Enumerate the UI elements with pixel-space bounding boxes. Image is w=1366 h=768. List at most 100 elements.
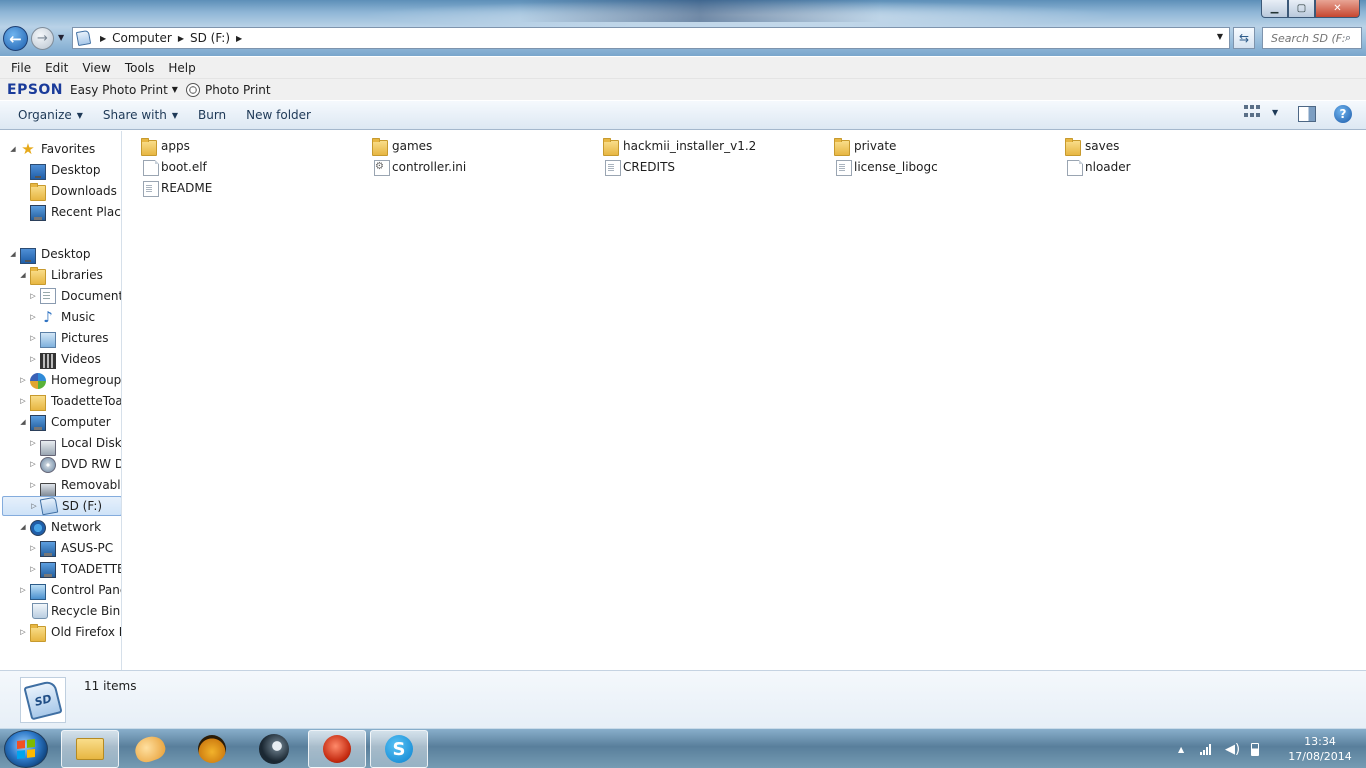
taskbar-steam[interactable] (245, 730, 303, 768)
expanded-arrow-icon[interactable]: ◢ (18, 418, 28, 426)
search-input[interactable] (1263, 31, 1345, 45)
chevron-right-icon[interactable]: ▶ (236, 34, 242, 43)
breadcrumb-sd[interactable]: SD (F:) (190, 31, 230, 45)
taskbar-music-app[interactable] (183, 730, 241, 768)
collapsed-arrow-icon[interactable]: ▷ (29, 502, 39, 510)
start-button[interactable] (4, 730, 48, 768)
search-icon[interactable]: ⌕ (1345, 31, 1351, 45)
collapsed-arrow-icon[interactable]: ▷ (28, 460, 38, 468)
tree-asus-pc[interactable]: ▷ ASUS-PC (28, 538, 113, 558)
easy-photo-print-button[interactable]: Easy Photo Print (70, 83, 168, 97)
tree-pictures[interactable]: ▷ Pictures (28, 328, 109, 348)
photo-print-button[interactable]: Photo Print (205, 83, 271, 97)
tree-fav-desktop[interactable]: Desktop (30, 160, 101, 180)
new-folder-button[interactable]: New folder (236, 108, 321, 122)
volume-tray-icon[interactable]: ◀) (1225, 729, 1240, 768)
file-item-boot-elf[interactable]: boot.elf (141, 157, 207, 177)
taskbar-skype[interactable]: S (370, 730, 428, 768)
search-box[interactable]: ⌕ (1262, 27, 1362, 49)
forward-button[interactable]: → (31, 27, 54, 50)
show-hidden-icons-button[interactable]: ▲ (1178, 729, 1184, 768)
menu-edit[interactable]: Edit (38, 61, 75, 75)
tree-old-firefox[interactable]: ▷ Old Firefox Data (18, 622, 121, 642)
collapsed-arrow-icon[interactable]: ▷ (28, 334, 38, 342)
tree-desktop[interactable]: ◢ Desktop (8, 244, 91, 264)
tree-music[interactable]: ▷ ♪ Music (28, 307, 95, 327)
tree-toadette[interactable]: ▷ TOADETTE (28, 559, 121, 579)
tree-control-panel[interactable]: ▷ Control Panel (18, 580, 121, 600)
collapsed-arrow-icon[interactable]: ▷ (18, 628, 28, 636)
menu-help[interactable]: Help (161, 61, 202, 75)
collapsed-arrow-icon[interactable]: ▷ (28, 439, 38, 447)
preview-pane-icon[interactable] (1298, 106, 1316, 122)
tree-local-disk[interactable]: ▷ Local Disk (C:) (28, 433, 121, 456)
collapsed-arrow-icon[interactable]: ▷ (18, 397, 28, 405)
file-item-apps[interactable]: apps (141, 136, 190, 156)
menu-view[interactable]: View (75, 61, 117, 75)
chevron-right-icon[interactable]: ▶ (178, 34, 184, 43)
taskbar-media-app[interactable] (121, 730, 179, 768)
menu-tools[interactable]: Tools (118, 61, 162, 75)
tree-dvd-drive[interactable]: ▷ DVD RW Drive (28, 454, 121, 474)
tree-label: ASUS-PC (61, 541, 114, 555)
taskbar-red-app[interactable] (308, 730, 366, 768)
collapsed-arrow-icon[interactable]: ▷ (18, 376, 28, 384)
menu-file[interactable]: File (4, 61, 38, 75)
collapsed-arrow-icon[interactable]: ▷ (18, 586, 28, 594)
expanded-arrow-icon[interactable]: ◢ (8, 250, 18, 258)
file-list[interactable]: apps games hackmii_installer_v1.2 privat… (123, 131, 1366, 670)
chevron-down-icon[interactable]: ▼ (172, 85, 178, 94)
organize-button[interactable]: Organize ▼ (8, 108, 93, 122)
collapsed-arrow-icon[interactable]: ▷ (28, 355, 38, 363)
tree-recycle-bin[interactable]: Recycle Bin (30, 601, 120, 621)
share-with-button[interactable]: Share with ▼ (93, 108, 188, 122)
tree-documents[interactable]: ▷ Documents (28, 286, 121, 306)
tree-videos[interactable]: ▷ Videos (28, 349, 101, 369)
file-item-saves[interactable]: saves (1065, 136, 1119, 156)
tree-user-folder[interactable]: ▷ ToadetteToad (18, 391, 121, 411)
battery-tray-icon[interactable] (1251, 729, 1259, 768)
collapsed-arrow-icon[interactable]: ▷ (28, 313, 38, 321)
network-tray-icon[interactable] (1200, 729, 1211, 768)
maximize-button[interactable]: ▢ (1288, 0, 1315, 18)
refresh-button[interactable]: ⇆ (1233, 27, 1255, 49)
expanded-arrow-icon[interactable]: ◢ (8, 145, 18, 153)
file-item-nloader[interactable]: nloader (1065, 157, 1131, 177)
file-item-readme[interactable]: README (141, 178, 212, 198)
tree-removable-disk[interactable]: ▷ Removable Disk (28, 475, 121, 499)
file-item-games[interactable]: games (372, 136, 432, 156)
file-item-hackmii[interactable]: hackmii_installer_v1.2 (603, 136, 756, 156)
tree-libraries[interactable]: ◢ Libraries (18, 265, 103, 285)
file-item-credits[interactable]: CREDITS (603, 157, 675, 177)
tree-computer[interactable]: ◢ Computer (18, 412, 111, 432)
tree-downloads[interactable]: Downloads (30, 181, 117, 201)
tree-favorites[interactable]: ◢ ★ Favorites (8, 139, 95, 159)
tree-sd-card[interactable]: ▷ SD (F:) (2, 496, 121, 516)
burn-button[interactable]: Burn (188, 108, 236, 122)
chevron-right-icon[interactable]: ▶ (100, 34, 106, 43)
collapsed-arrow-icon[interactable]: ▷ (28, 292, 38, 300)
address-bar[interactable]: ▶ Computer ▶ SD (F:) ▶ ▼ (72, 27, 1230, 49)
taskbar-explorer[interactable] (61, 730, 119, 768)
collapsed-arrow-icon[interactable]: ▷ (28, 481, 38, 489)
file-item-license-libogc[interactable]: license_libogc (834, 157, 938, 177)
tree-homegroup[interactable]: ▷ Homegroup (18, 370, 121, 390)
expanded-arrow-icon[interactable]: ◢ (18, 271, 28, 279)
expanded-arrow-icon[interactable]: ◢ (18, 523, 28, 531)
collapsed-arrow-icon[interactable]: ▷ (28, 544, 38, 552)
back-button[interactable]: ← (3, 26, 28, 51)
breadcrumb-computer[interactable]: Computer (112, 31, 172, 45)
taskbar-clock[interactable]: 13:34 17/08/2014 (1280, 734, 1360, 764)
help-icon[interactable]: ? (1334, 105, 1352, 123)
close-button[interactable]: ✕ (1315, 0, 1360, 18)
file-item-private[interactable]: private (834, 136, 896, 156)
address-history-dropdown[interactable]: ▼ (1217, 32, 1223, 41)
recent-pages-button[interactable]: ▼ (58, 33, 64, 42)
collapsed-arrow-icon[interactable]: ▷ (28, 565, 38, 573)
tree-recent-places[interactable]: Recent Places (30, 202, 121, 222)
change-view-button[interactable]: ▼ (1244, 105, 1278, 119)
tree-network[interactable]: ◢ Network (18, 517, 101, 537)
file-item-controller-ini[interactable]: controller.ini (372, 157, 466, 177)
minimize-button[interactable]: ▁ (1261, 0, 1288, 18)
aero-shade (520, 0, 880, 22)
